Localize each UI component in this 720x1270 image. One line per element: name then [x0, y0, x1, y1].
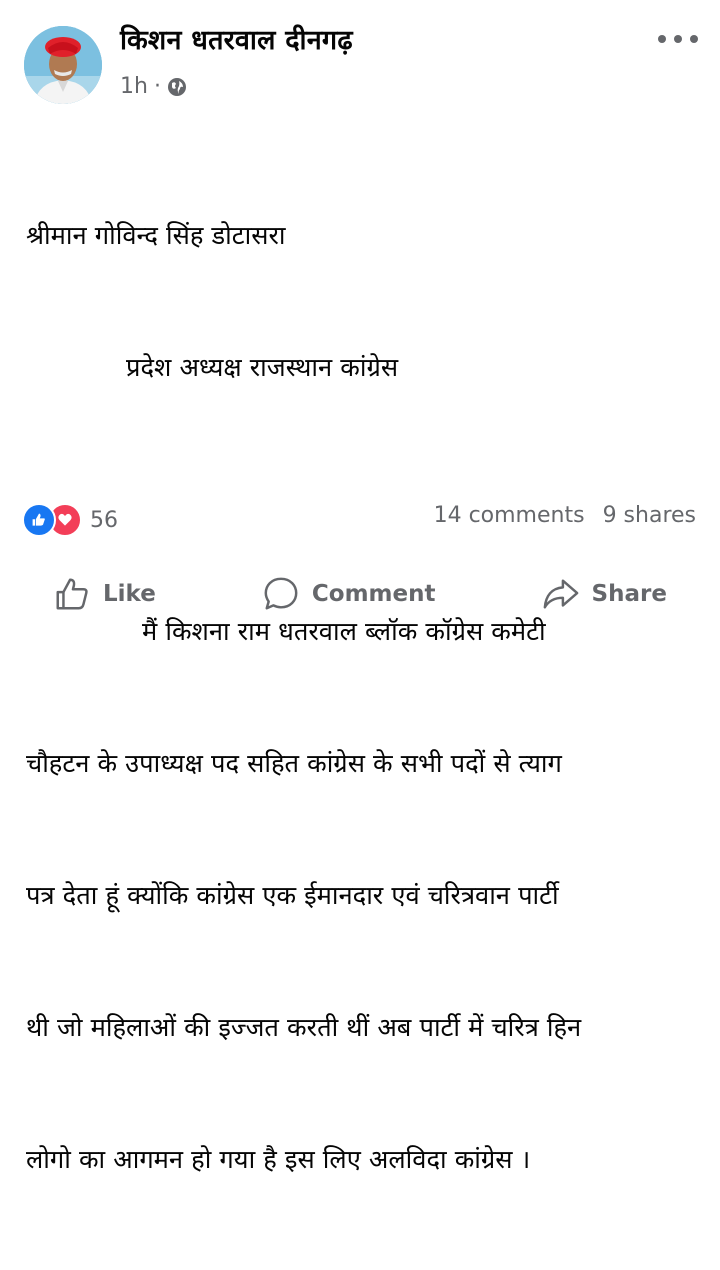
profile-photo	[24, 26, 102, 104]
like-reaction-icon	[22, 503, 56, 537]
engagement-stats: 14 comments 9 shares	[434, 503, 696, 528]
like-label: Like	[103, 581, 156, 607]
author-name[interactable]: किशन धतरवाल दीनगढ़	[120, 20, 353, 57]
share-button[interactable]: Share	[542, 575, 667, 613]
share-icon	[543, 579, 578, 609]
share-label: Share	[591, 581, 667, 607]
post-meta: 1h ·	[120, 74, 187, 99]
thumbs-up-icon	[56, 578, 88, 610]
like-button[interactable]: Like	[53, 575, 156, 613]
post-line: चौहटन के उपाध्यक्ष पद सहित कांग्रेस के स…	[26, 749, 562, 779]
post-line: श्रीमान गोविन्द सिंह डोटासरा	[26, 221, 286, 251]
comments-count[interactable]: 14 comments	[434, 503, 585, 528]
post-line: पत्र देता हूं क्योंकि कांग्रेस एक ईमानदा…	[26, 881, 559, 911]
post-line: थी जो महिलाओं की इज्जत करती थीं अब पार्ट…	[26, 1013, 582, 1043]
post-line: प्रदेश अध्यक्ष राजस्थान कांग्रेस	[126, 353, 399, 383]
comment-icon	[264, 577, 298, 610]
post-actions: Like Comment Share	[0, 568, 720, 620]
meta-separator: ·	[153, 74, 161, 99]
post-body: श्रीमान गोविन्द सिंह डोटासरा प्रदेश अध्य…	[26, 126, 706, 1270]
reaction-summary[interactable]: 56	[22, 503, 118, 537]
globe-icon[interactable]	[167, 77, 187, 97]
more-options-icon[interactable]	[658, 28, 698, 50]
post-line: लोगो का आगमन हो गया है इस लिए अलविदा कां…	[26, 1145, 531, 1175]
comment-label: Comment	[311, 581, 436, 607]
facebook-post: किशन धतरवाल दीनगढ़ 1h · श्रीमान गोविन्द …	[0, 0, 720, 1175]
reaction-count: 56	[90, 507, 118, 533]
shares-count[interactable]: 9 shares	[603, 503, 696, 528]
post-time[interactable]: 1h	[120, 74, 148, 99]
avatar[interactable]	[24, 26, 102, 104]
comment-button[interactable]: Comment	[262, 575, 436, 613]
